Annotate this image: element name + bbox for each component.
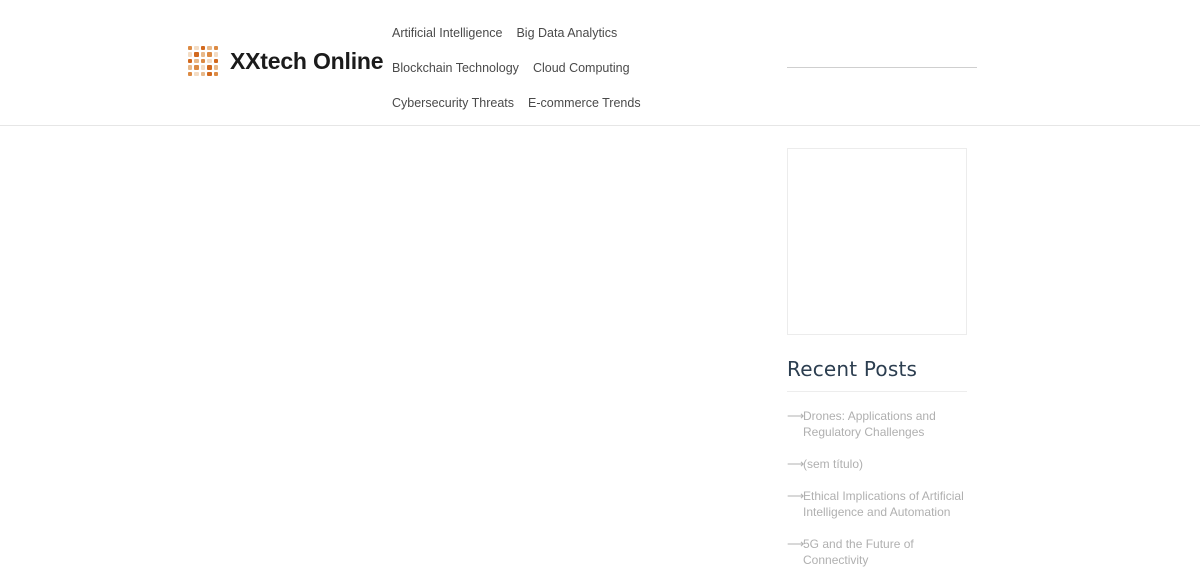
dot-grid-icon — [188, 46, 218, 76]
recent-posts-widget: Recent Posts ⟶ Drones: Applications and … — [787, 357, 967, 579]
arrow-right-icon: ⟶ — [787, 409, 805, 423]
nav-item-ecommerce-trends[interactable]: E-commerce Trends — [528, 86, 641, 121]
arrow-right-icon: ⟶ — [787, 537, 805, 551]
recent-post-link-ethical-implications[interactable]: ⟶ Ethical Implications of Artificial Int… — [787, 488, 967, 520]
recent-post-label: 5G and the Future of Connectivity — [803, 537, 914, 567]
search-input[interactable] — [787, 44, 977, 68]
nav-item-artificial-intelligence[interactable]: Artificial Intelligence — [392, 16, 502, 51]
recent-post-label: Drones: Applications and Regulatory Chal… — [803, 409, 936, 439]
recent-post-link-5g-future[interactable]: ⟶ 5G and the Future of Connectivity — [787, 536, 967, 568]
recent-post-label: (sem título) — [803, 457, 864, 471]
nav-item-big-data-analytics[interactable]: Big Data Analytics — [516, 16, 617, 51]
list-item: ⟶ Ethical Implications of Artificial Int… — [787, 488, 967, 520]
ad-placeholder-box[interactable] — [787, 148, 967, 335]
search-field-wrapper — [787, 44, 977, 68]
recent-post-link-sem-titulo[interactable]: ⟶ (sem título) — [787, 456, 967, 472]
recent-post-link-drones[interactable]: ⟶ Drones: Applications and Regulatory Ch… — [787, 408, 967, 440]
list-item: ⟶ (sem título) — [787, 456, 967, 472]
nav-item-cloud-computing[interactable]: Cloud Computing — [533, 51, 630, 86]
site-logo[interactable]: XXtech Online — [188, 46, 384, 76]
recent-posts-title: Recent Posts — [787, 357, 967, 392]
sidebar: Recent Posts ⟶ Drones: Applications and … — [787, 126, 967, 579]
site-header: XXtech Online Artificial Intelligence Bi… — [0, 0, 1200, 180]
recent-post-label: Ethical Implications of Artificial Intel… — [803, 489, 964, 519]
content-wrapper: Recent Posts ⟶ Drones: Applications and … — [0, 126, 1200, 579]
nav-item-cybersecurity-threats[interactable]: Cybersecurity Threats — [392, 86, 514, 121]
list-item: ⟶ 5G and the Future of Connectivity — [787, 536, 967, 568]
nav-item-blockchain-technology[interactable]: Blockchain Technology — [392, 51, 519, 86]
list-item: ⟶ Drones: Applications and Regulatory Ch… — [787, 408, 967, 440]
arrow-right-icon: ⟶ — [787, 489, 805, 503]
arrow-right-icon: ⟶ — [787, 457, 805, 471]
main-content-area — [0, 126, 780, 579]
recent-posts-list: ⟶ Drones: Applications and Regulatory Ch… — [787, 408, 967, 579]
page-root: XXtech Online Artificial Intelligence Bi… — [0, 0, 1200, 579]
brand-name: XXtech Online — [230, 47, 384, 74]
